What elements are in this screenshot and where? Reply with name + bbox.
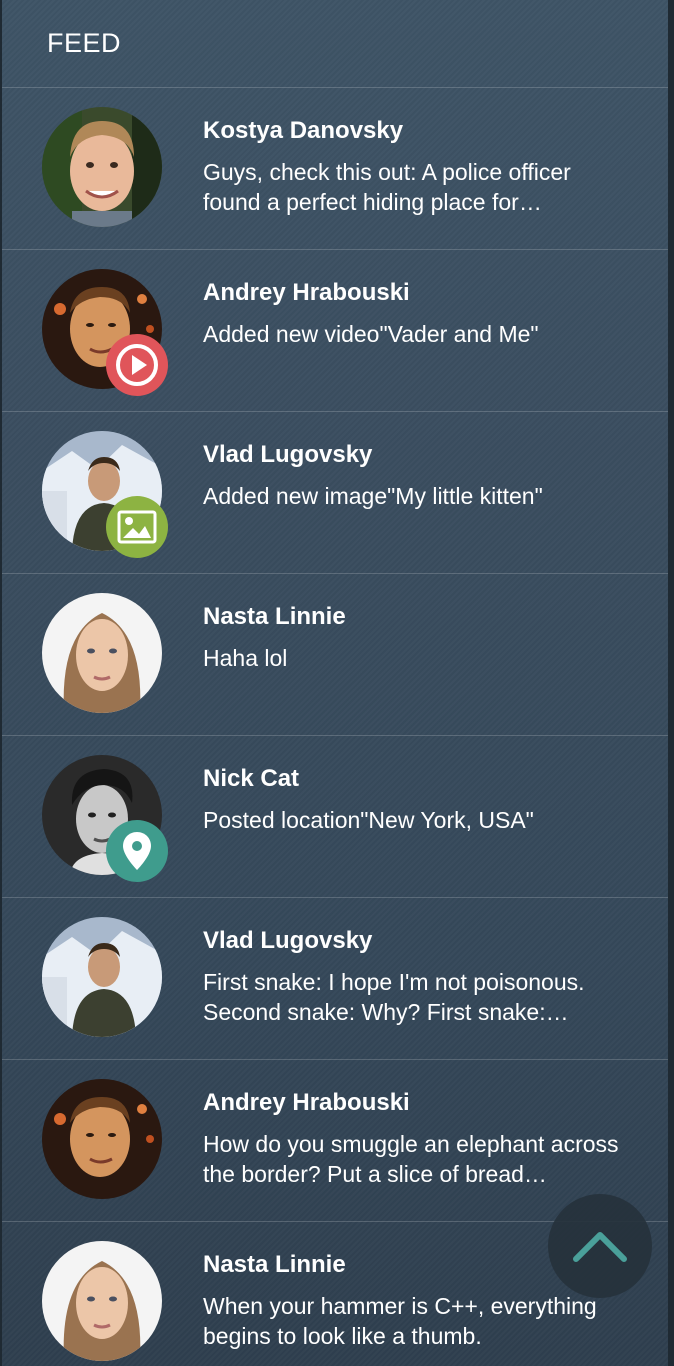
feed-item-name: Nasta Linnie xyxy=(203,603,346,630)
location-pin-icon xyxy=(106,820,168,882)
feed-item[interactable]: Vlad Lugovsky First snake: I hope I'm no… xyxy=(2,898,668,1060)
feed-title: FEED xyxy=(47,28,122,58)
scroll-to-top-button[interactable] xyxy=(548,1194,652,1298)
feed-item-text: When your hammer is C++, everything begi… xyxy=(203,1293,597,1349)
avatar xyxy=(42,593,162,713)
feed-panel: FEED Kostya Danovsky Guys, check this ou… xyxy=(2,0,668,1366)
feed-item[interactable]: Andrey Hrabouski Added new video"Vader a… xyxy=(2,250,668,412)
avatar xyxy=(42,1079,162,1199)
feed-item-text: Added new image"My little kitten" xyxy=(203,483,543,509)
feed-item[interactable]: Kostya Danovsky Guys, check this out: A … xyxy=(2,88,668,250)
feed-item-name: Kostya Danovsky xyxy=(203,117,404,144)
feed-item[interactable]: Andrey Hrabouski How do you smuggle an e… xyxy=(2,1060,668,1222)
feed-header: FEED xyxy=(2,0,668,88)
feed-item-name: Nasta Linnie xyxy=(203,1251,346,1278)
feed-item-text: Guys, check this out: A police officer f… xyxy=(203,159,571,215)
feed-item-name: Nick Cat xyxy=(203,765,300,792)
feed-item-name: Andrey Hrabouski xyxy=(203,1089,410,1116)
feed-item-name: Vlad Lugovsky xyxy=(203,927,373,954)
feed-item[interactable]: Nick Cat Posted location"New York, USA" xyxy=(2,736,668,898)
avatar xyxy=(42,107,162,227)
image-icon xyxy=(106,496,168,558)
avatar xyxy=(42,917,162,1037)
feed-item[interactable]: Vlad Lugovsky Added new image"My little … xyxy=(2,412,668,574)
feed-item-text: Added new video"Vader and Me" xyxy=(203,321,539,347)
play-icon xyxy=(106,334,168,396)
feed-item-text: First snake: I hope I'm not poisonous. S… xyxy=(203,969,585,1025)
feed-item-name: Vlad Lugovsky xyxy=(203,441,373,468)
feed-item-name: Andrey Hrabouski xyxy=(203,279,410,306)
feed-item-text: Posted location"New York, USA" xyxy=(203,807,534,833)
feed-item-text: How do you smuggle an elephant across th… xyxy=(203,1131,619,1187)
feed-item[interactable]: Nasta Linnie Haha lol xyxy=(2,574,668,736)
feed-item-text: Haha lol xyxy=(203,645,288,671)
chevron-up-icon xyxy=(573,1232,627,1262)
avatar xyxy=(42,1241,162,1361)
